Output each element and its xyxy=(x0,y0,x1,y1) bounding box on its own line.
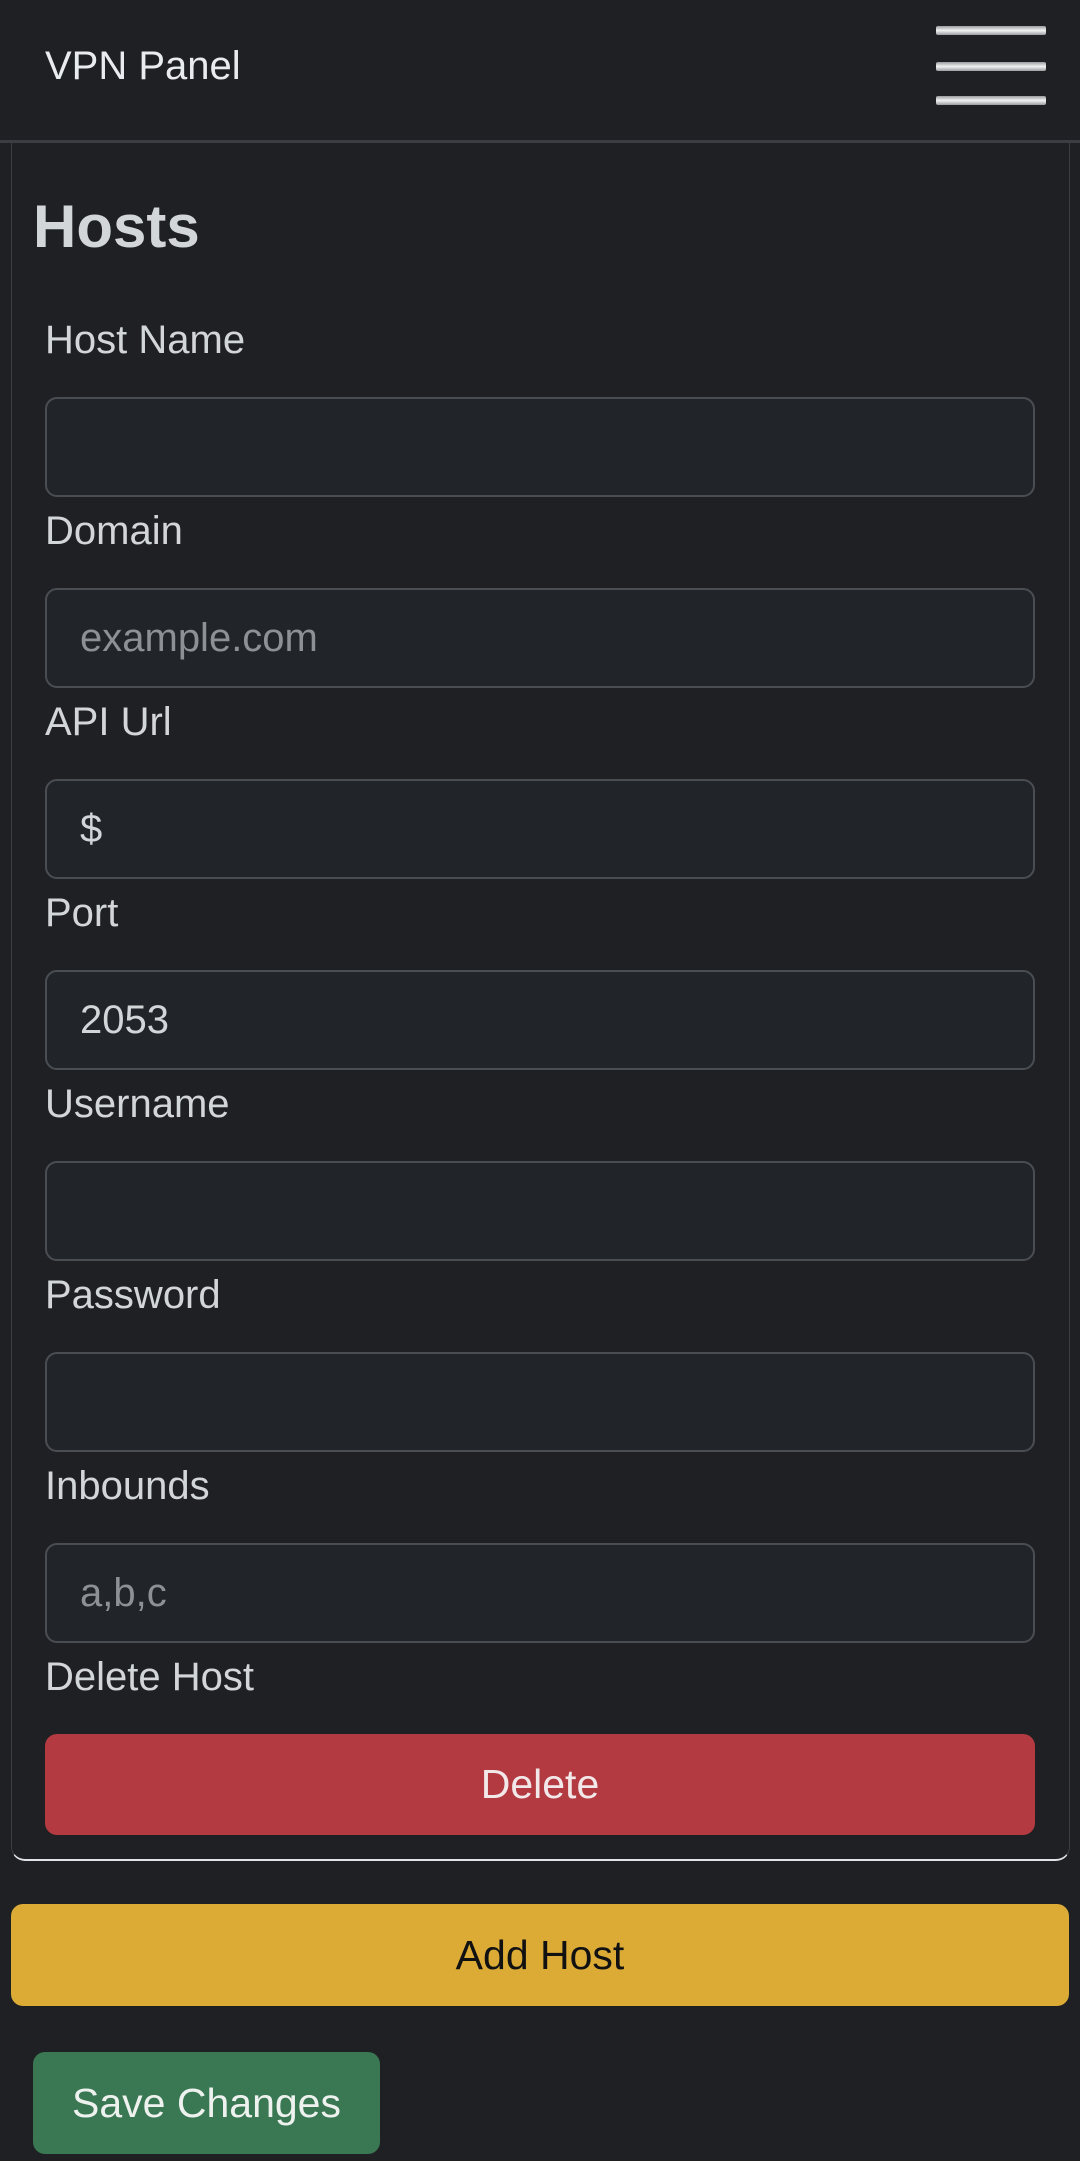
port-input[interactable] xyxy=(45,970,1035,1070)
username-input[interactable] xyxy=(45,1161,1035,1261)
host-name-input[interactable] xyxy=(45,397,1035,497)
save-changes-button[interactable]: Save Changes xyxy=(33,2052,380,2154)
delete-button[interactable]: Delete xyxy=(45,1734,1035,1835)
menu-bar xyxy=(936,26,1046,35)
domain-label: Domain xyxy=(45,509,183,553)
host-name-label: Host Name xyxy=(45,318,246,362)
api-url-label: API Url xyxy=(45,700,172,744)
hamburger-menu-icon[interactable] xyxy=(936,26,1046,106)
port-label: Port xyxy=(45,891,119,935)
api-url-input[interactable] xyxy=(45,779,1035,879)
menu-bar xyxy=(936,96,1046,105)
add-host-button[interactable]: Add Host xyxy=(11,1904,1069,2006)
delete-host-label: Delete Host xyxy=(45,1655,254,1699)
username-label: Username xyxy=(45,1082,230,1126)
domain-input[interactable] xyxy=(45,588,1035,688)
navbar: VPN Panel xyxy=(0,0,1080,143)
menu-bar xyxy=(936,62,1046,71)
page-title: Hosts xyxy=(33,193,200,260)
inbounds-input[interactable] xyxy=(45,1543,1035,1643)
password-input[interactable] xyxy=(45,1352,1035,1452)
inbounds-label: Inbounds xyxy=(45,1464,210,1508)
password-label: Password xyxy=(45,1273,221,1317)
brand-title[interactable]: VPN Panel xyxy=(45,44,241,89)
